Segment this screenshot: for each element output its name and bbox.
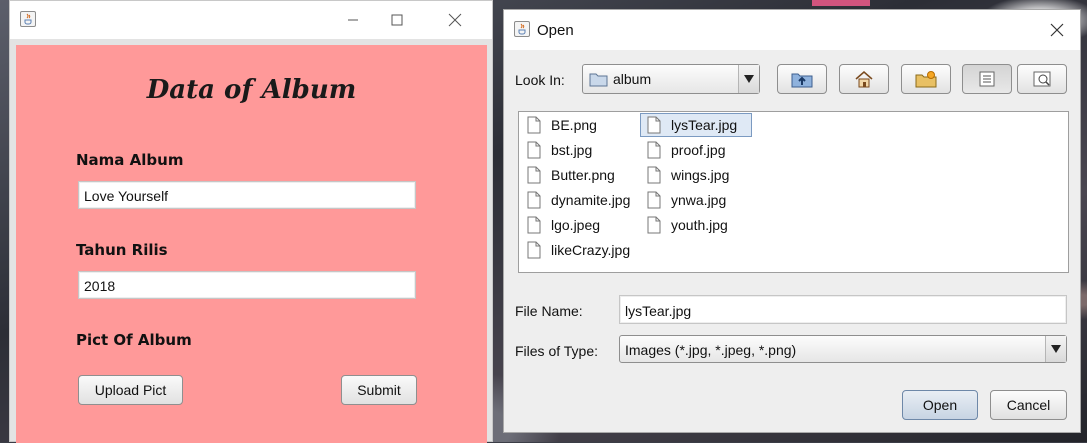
file-icon bbox=[647, 116, 661, 134]
background-accent bbox=[812, 0, 870, 6]
file-type-combo[interactable]: Images (*.jpg, *.jpeg, *.png) bbox=[619, 335, 1067, 363]
close-button[interactable] bbox=[432, 1, 478, 39]
file-icon bbox=[527, 116, 541, 134]
file-list[interactable]: BE.png bst.jpg Butter.png dynamite.jpg l… bbox=[518, 111, 1069, 273]
open-button[interactable]: Open bbox=[902, 390, 978, 420]
nama-album-label: Nama Album bbox=[76, 151, 184, 169]
close-icon bbox=[448, 13, 462, 27]
up-folder-icon bbox=[791, 73, 813, 88]
nama-album-field[interactable]: Love Yourself bbox=[78, 181, 416, 209]
look-in-combo[interactable]: album bbox=[582, 64, 760, 94]
new-folder-button[interactable] bbox=[901, 64, 951, 94]
up-one-level-button[interactable] bbox=[777, 64, 827, 94]
file-icon bbox=[527, 191, 541, 209]
file-icon bbox=[527, 216, 541, 234]
details-view-icon bbox=[1033, 71, 1051, 87]
maximize-icon bbox=[391, 14, 403, 26]
file-item[interactable]: likeCrazy.jpg bbox=[527, 239, 630, 261]
tahun-rilis-label: Tahun Rilis bbox=[76, 241, 168, 259]
open-dialog: Open Look In: album BE.png bst.jpg Butte… bbox=[503, 9, 1081, 433]
album-window: Data of Album Nama Album Love Yourself T… bbox=[9, 0, 493, 443]
file-item[interactable]: BE.png bbox=[527, 114, 597, 136]
file-icon bbox=[527, 141, 541, 159]
file-icon bbox=[647, 191, 661, 209]
file-item[interactable]: lgo.jpeg bbox=[527, 214, 600, 236]
submit-button[interactable]: Submit bbox=[341, 375, 417, 405]
pict-of-album-label: Pict Of Album bbox=[76, 331, 192, 349]
file-item[interactable]: Butter.png bbox=[527, 164, 615, 186]
file-icon bbox=[647, 166, 661, 184]
minimize-button[interactable] bbox=[330, 1, 376, 39]
tahun-rilis-field[interactable]: 2018 bbox=[78, 271, 416, 299]
file-type-value: Images (*.jpg, *.jpeg, *.png) bbox=[625, 342, 797, 358]
file-name-label: File Name: bbox=[515, 303, 583, 319]
file-item[interactable]: youth.jpg bbox=[647, 214, 728, 236]
file-item[interactable]: proof.jpg bbox=[647, 139, 725, 161]
look-in-label: Look In: bbox=[515, 72, 565, 88]
list-view-icon bbox=[979, 71, 995, 87]
dialog-title: Open bbox=[537, 22, 574, 39]
folder-icon bbox=[589, 73, 608, 87]
open-dialog-titlebar[interactable]: Open bbox=[504, 10, 1080, 50]
close-icon bbox=[1050, 23, 1064, 37]
file-icon bbox=[527, 166, 541, 184]
page-title: Data of Album bbox=[146, 75, 357, 105]
chevron-down-icon bbox=[1045, 336, 1066, 362]
chevron-down-icon bbox=[738, 65, 759, 93]
new-folder-icon bbox=[915, 71, 937, 88]
upload-pict-button[interactable]: Upload Pict bbox=[78, 375, 183, 405]
file-name-field[interactable]: lysTear.jpg bbox=[619, 295, 1067, 324]
file-item-selected[interactable]: lysTear.jpg bbox=[639, 113, 753, 137]
file-item[interactable]: wings.jpg bbox=[647, 164, 729, 186]
maximize-button[interactable] bbox=[374, 1, 420, 39]
file-item[interactable]: bst.jpg bbox=[527, 139, 592, 161]
cancel-button[interactable]: Cancel bbox=[990, 390, 1067, 420]
file-icon bbox=[647, 141, 661, 159]
home-button[interactable] bbox=[839, 64, 889, 94]
java-app-icon bbox=[20, 11, 36, 27]
look-in-value: album bbox=[613, 71, 652, 87]
album-window-titlebar[interactable] bbox=[10, 1, 492, 39]
home-icon bbox=[855, 71, 873, 88]
file-item[interactable]: dynamite.jpg bbox=[527, 189, 630, 211]
details-view-button[interactable] bbox=[1017, 64, 1067, 94]
file-icon bbox=[647, 216, 661, 234]
dialog-close-button[interactable] bbox=[1034, 10, 1080, 50]
file-type-label: Files of Type: bbox=[515, 343, 599, 359]
album-form-panel: Data of Album Nama Album Love Yourself T… bbox=[16, 45, 487, 443]
minimize-icon bbox=[348, 19, 358, 21]
list-view-button[interactable] bbox=[962, 64, 1012, 94]
java-app-icon bbox=[514, 21, 530, 37]
file-icon bbox=[527, 241, 541, 259]
file-item[interactable]: ynwa.jpg bbox=[647, 189, 726, 211]
